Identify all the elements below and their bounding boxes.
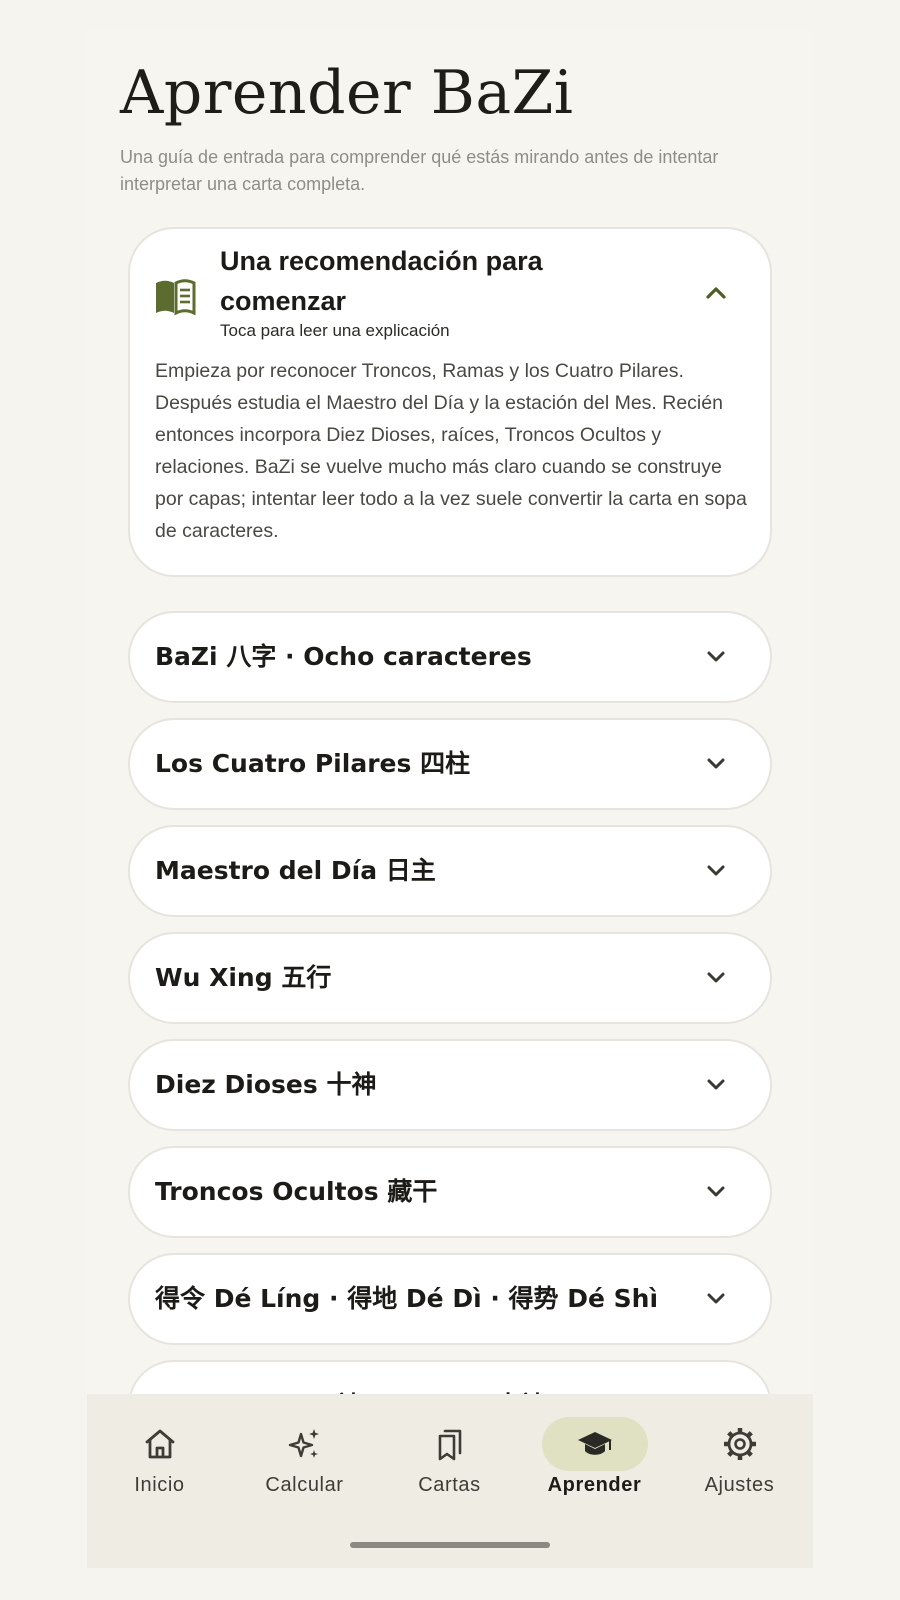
nav-label: Aprender: [547, 1474, 642, 1496]
nav-item-ajustes[interactable]: Ajustes: [667, 1394, 812, 1514]
topic-card-strength[interactable]: 得令 Dé Líng · 得地 Dé Dì · 得势 Dé Shì: [128, 1253, 772, 1345]
nav-label: Cartas: [418, 1474, 481, 1496]
topic-card-bazi[interactable]: BaZi 八字 · Ocho caracteres: [128, 611, 772, 703]
home-icon: [145, 1429, 174, 1459]
nav-item-aprender[interactable]: Aprender: [522, 1394, 667, 1514]
topic-label: Diez Dioses 十神: [155, 1070, 377, 1099]
topic-card-ten-gods[interactable]: Diez Dioses 十神: [128, 1039, 772, 1131]
recommendation-hint: Toca para leer una explicación: [220, 321, 450, 340]
chevron-down-icon: [707, 1079, 725, 1090]
topic-card-four-pillars[interactable]: Los Cuatro Pilares 四柱: [128, 718, 772, 810]
chevron-down-icon: [707, 1293, 725, 1304]
sparkle-icon: [288, 1429, 319, 1458]
page-subtitle: Una guía de entrada para comprender qué …: [120, 147, 719, 194]
chevron-down-icon: [707, 758, 725, 769]
topic-label: Wu Xing 五行: [155, 963, 332, 992]
home-indicator-bar[interactable]: [350, 1542, 550, 1548]
book-open-icon: [156, 279, 196, 316]
chevron-up-icon[interactable]: [702, 279, 730, 307]
topic-label: Troncos Ocultos 藏干: [155, 1177, 438, 1206]
recommendation-title: Una recomendación para comenzar: [220, 246, 543, 316]
nav-item-cartas[interactable]: Cartas: [377, 1394, 522, 1514]
chevron-down-icon: [707, 1186, 725, 1197]
topic-label: Los Cuatro Pilares 四柱: [155, 749, 471, 778]
topic-card-wu-xing[interactable]: Wu Xing 五行: [128, 932, 772, 1024]
learn-screen: Aprender BaZi Una guía de entrada para c…: [87, 30, 813, 1568]
topic-label: BaZi 八字 · Ocho caracteres: [155, 642, 532, 671]
nav-label: Calcular: [265, 1474, 344, 1496]
nav-label: Ajustes: [704, 1474, 775, 1496]
topic-label: 得令 Dé Líng · 得地 Dé Dì · 得势 Dé Shì: [155, 1284, 659, 1313]
bottom-navigation: Inicio Calcular Cartas Aprender Ajustes: [87, 1394, 813, 1568]
nav-label: Inicio: [134, 1474, 185, 1496]
nav-item-inicio[interactable]: Inicio: [87, 1394, 232, 1514]
topic-card-day-master[interactable]: Maestro del Día 日主: [128, 825, 772, 917]
chevron-down-icon: [707, 865, 725, 876]
chevron-down-icon: [707, 651, 725, 662]
recommendation-body: Empieza por reconocer Troncos, Ramas y l…: [155, 360, 747, 542]
bookmarks-icon: [438, 1429, 461, 1461]
recommendation-card[interactable]: Una recomendación para comenzar Toca par…: [128, 227, 772, 577]
topic-card-hidden-stems[interactable]: Troncos Ocultos 藏干: [128, 1146, 772, 1238]
gear-icon: [723, 1428, 756, 1460]
topic-label: Maestro del Día 日主: [155, 856, 436, 885]
nav-item-calcular[interactable]: Calcular: [232, 1394, 377, 1514]
graduation-cap-icon: [577, 1432, 612, 1455]
chevron-down-icon: [707, 972, 725, 983]
page-title: Aprender BaZi: [120, 58, 574, 128]
